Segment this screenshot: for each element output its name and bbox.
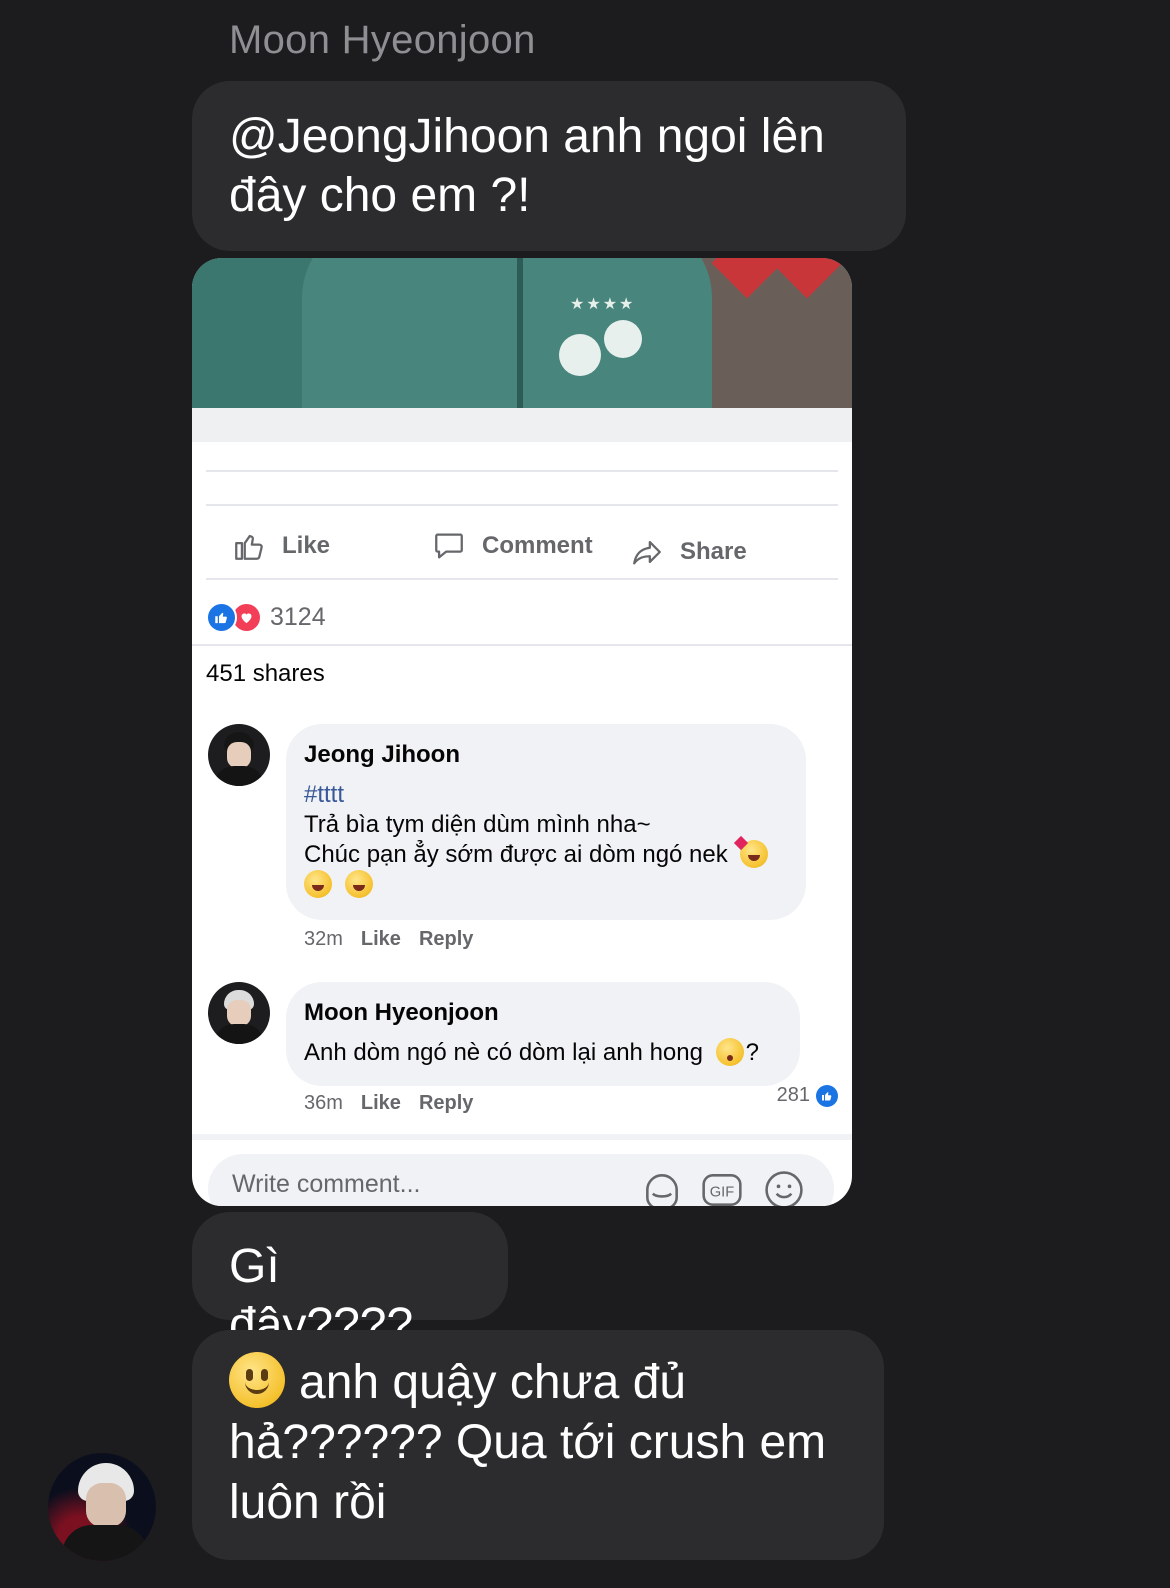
message-bubble[interactable]: Gì đây????: [192, 1212, 508, 1352]
like-count-value: 281: [776, 1084, 810, 1106]
reaction-count: 3124: [270, 603, 326, 631]
comment-reply-button[interactable]: Reply: [419, 928, 473, 950]
like-label: Like: [282, 532, 331, 559]
like-reaction-icon: [206, 602, 237, 633]
message-text: anh quậy chưa đủ hả?????? Qua tới crush …: [229, 1356, 827, 1529]
emoji-icon[interactable]: [762, 1168, 806, 1206]
comment-author[interactable]: Moon Hyeonjoon: [304, 998, 782, 1028]
post-photo: ★★★★: [192, 258, 852, 442]
like-reaction-icon: [816, 1084, 838, 1107]
thumbs-up-icon: [235, 534, 263, 560]
shares-count[interactable]: 451 shares: [206, 660, 325, 688]
grinning-sweat-face-icon: [344, 870, 373, 898]
svg-text:GIF: GIF: [710, 1184, 734, 1200]
comment-text-suffix: ?: [745, 1039, 759, 1066]
message-bubble[interactable]: @JeongJihoon anh ngoi lên đây cho em ?!: [192, 81, 906, 251]
comment-author[interactable]: Jeong Jihoon: [304, 740, 788, 770]
sender-name: Moon Hyeonjoon: [229, 18, 536, 62]
comment-meta: 36m Like Reply: [304, 1092, 473, 1115]
comment-like-button[interactable]: Like: [361, 1092, 401, 1114]
comment-like-button[interactable]: Like: [361, 928, 401, 950]
message-text: @JeongJihoon anh ngoi lên đây cho em ?!: [229, 110, 825, 222]
comment-reply-button[interactable]: Reply: [419, 1092, 473, 1114]
comment-action[interactable]: Comment: [432, 526, 593, 566]
slightly-smiling-face-icon: [229, 1352, 285, 1408]
sticker-icon[interactable]: [640, 1168, 684, 1206]
message-bubble[interactable]: anh quậy chưa đủ hả?????? Qua tới crush …: [192, 1330, 884, 1560]
comment-bubble: Jeong Jihoon #tttt Trả bìa tym diện dùm …: [286, 724, 806, 920]
comment-time: 32m: [304, 928, 343, 950]
kissing-face-icon: [715, 1038, 744, 1066]
reaction-summary[interactable]: 3124: [206, 602, 326, 633]
smiling-face-with-hearts-icon: [740, 840, 769, 868]
avatar[interactable]: [208, 982, 270, 1044]
comment-time: 36m: [304, 1092, 343, 1114]
avatar[interactable]: [208, 724, 270, 786]
shared-post-card[interactable]: ★★★★ Like Comment Share 3124 451 shares …: [192, 258, 852, 1206]
comment-bubble: Moon Hyeonjoon Anh dòm ngó nè có dòm lại…: [286, 982, 800, 1086]
share-icon: [633, 540, 661, 565]
tongue-face-icon: [304, 870, 332, 898]
comment-text-line: Trả bìa tym diện dùm mình nha~: [304, 811, 651, 838]
comment-like-count[interactable]: 281: [777, 1084, 838, 1107]
comment-label: Comment: [482, 532, 593, 559]
sender-avatar[interactable]: [48, 1453, 156, 1561]
share-action[interactable]: Share: [630, 532, 747, 572]
comment-text-line: Chúc pạn ẳy sớm được ai dòm ngó nek: [304, 841, 728, 868]
share-label: Share: [680, 538, 747, 565]
comment-icon: [435, 533, 463, 559]
gif-icon[interactable]: GIF: [700, 1168, 744, 1206]
comment-input-placeholder: Write comment...: [232, 1170, 421, 1198]
like-action[interactable]: Like: [232, 526, 330, 566]
comment-text: Anh dòm ngó nè có dòm lại anh hong: [304, 1039, 703, 1066]
comment-meta: 32m Like Reply: [304, 928, 473, 951]
hashtag-link[interactable]: #tttt: [304, 780, 788, 810]
